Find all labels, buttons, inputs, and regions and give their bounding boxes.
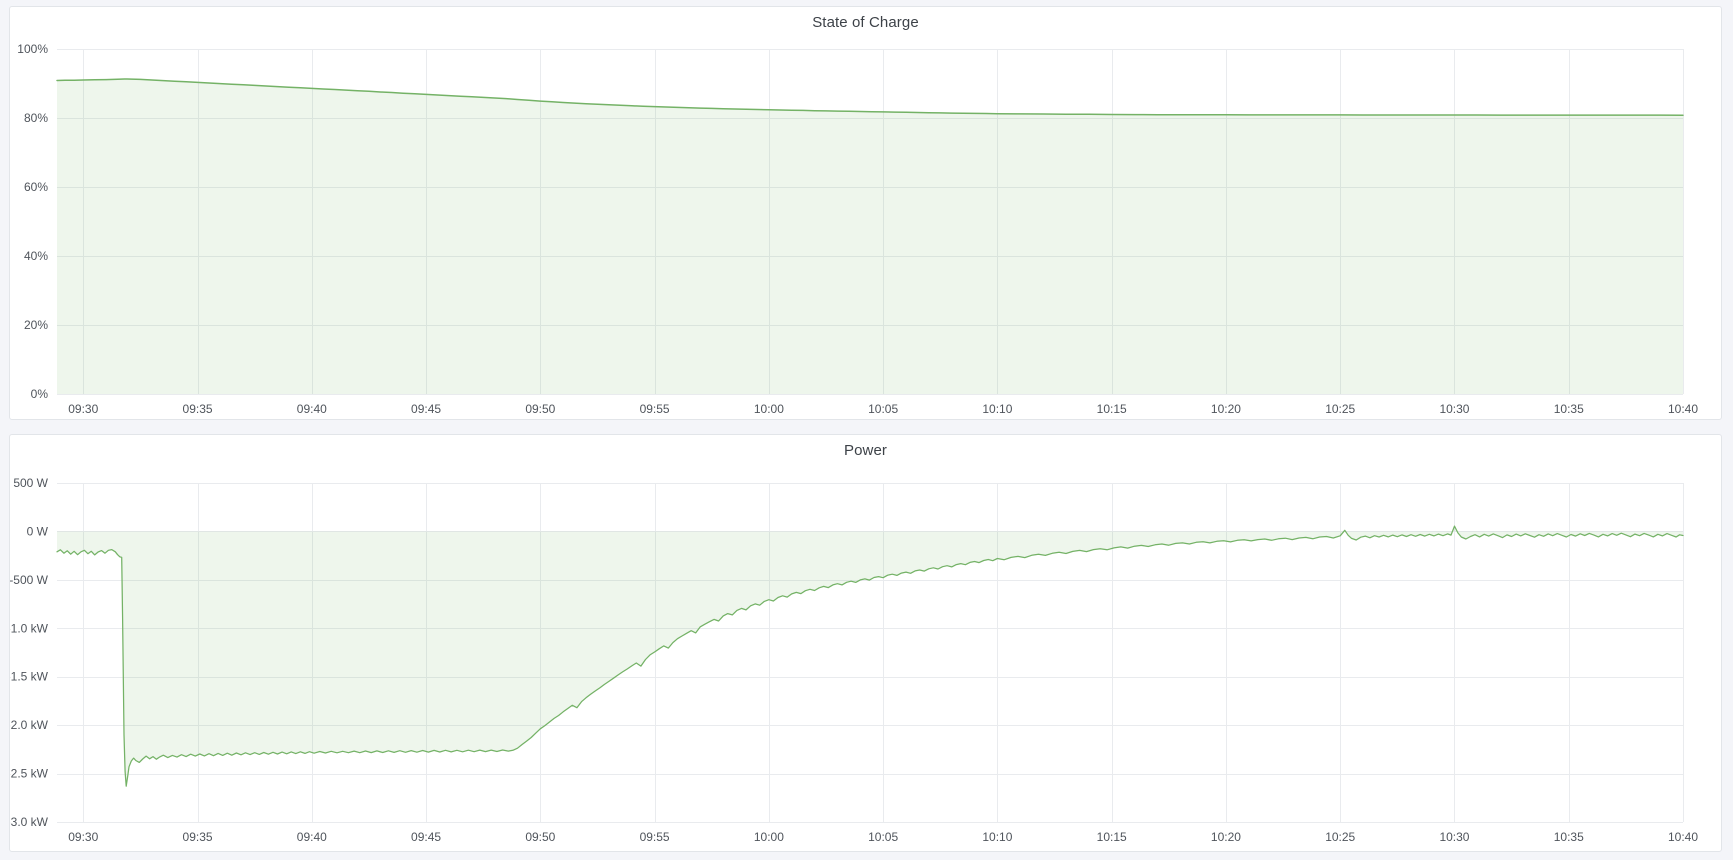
x-tick-label: 10:30 <box>1439 830 1469 844</box>
x-tick-label: 10:00 <box>754 402 784 416</box>
power-panel: Power 500 W 0 W -500 W -1.0 kW -1.5 kW -2.0 k… <box>9 434 1722 852</box>
x-tick-label: 09:40 <box>297 402 327 416</box>
x-tick-label: 09:45 <box>411 830 441 844</box>
x-tick-label: 09:40 <box>297 830 327 844</box>
state-of-charge-chart[interactable]: 100% 80% 60% 40% 20% 0% 09:30 09:35 09:40 09:45 09… <box>10 37 1721 419</box>
y-tick-label: -3.0 kW <box>10 815 49 829</box>
y-tick-label: 0% <box>31 387 49 401</box>
dashboard: { "page": { "background": "#f4f5f9", "pa… <box>0 0 1733 860</box>
x-tick-label: 10:20 <box>1211 402 1241 416</box>
panel-header: Power <box>10 435 1721 465</box>
x-tick-label: 10:10 <box>982 402 1012 416</box>
y-tick-label: 60% <box>24 180 48 194</box>
x-tick-label: 10:05 <box>868 830 898 844</box>
y-tick-label: 20% <box>24 318 48 332</box>
x-tick-label: 09:30 <box>68 402 98 416</box>
y-tick-label: -1.0 kW <box>10 621 49 635</box>
y-tick-label: -500 W <box>10 573 49 587</box>
x-tick-label: 10:35 <box>1554 830 1584 844</box>
x-tick-label: 10:30 <box>1439 402 1469 416</box>
x-tick-label: 09:55 <box>640 402 670 416</box>
power-chart[interactable]: 500 W 0 W -500 W -1.0 kW -1.5 kW -2.0 kW -2.5 … <box>10 465 1721 851</box>
x-tick-label: 10:25 <box>1325 402 1355 416</box>
x-tick-label: 10:25 <box>1325 830 1355 844</box>
y-tick-label: 500 W <box>13 476 48 490</box>
x-tick-label: 10:10 <box>982 830 1012 844</box>
x-tick-label: 10:15 <box>1097 830 1127 844</box>
x-tick-label: 09:45 <box>411 402 441 416</box>
state-of-charge-panel: State of Charge 100% 80% 60% 40% 20% 0% 09:30 0… <box>9 6 1722 420</box>
series-area <box>57 526 1683 786</box>
y-tick-label: -2.5 kW <box>10 767 49 781</box>
panel-title-state-of-charge[interactable]: State of Charge <box>812 14 919 31</box>
x-tick-label: 09:50 <box>525 830 555 844</box>
y-tick-label: -1.5 kW <box>10 670 49 684</box>
x-tick-label: 09:55 <box>640 830 670 844</box>
y-tick-label: 100% <box>17 42 48 56</box>
x-tick-label: 09:35 <box>183 402 213 416</box>
x-tick-label: 10:35 <box>1554 402 1584 416</box>
x-tick-label: 10:15 <box>1097 402 1127 416</box>
panel-title-power[interactable]: Power <box>844 442 887 459</box>
y-tick-label: 80% <box>24 111 48 125</box>
y-tick-label: 40% <box>24 249 48 263</box>
x-tick-label: 10:40 <box>1668 830 1698 844</box>
x-tick-label: 10:05 <box>868 402 898 416</box>
y-tick-label: 0 W <box>27 524 49 538</box>
x-tick-label: 09:30 <box>68 830 98 844</box>
series-area <box>57 79 1683 394</box>
x-tick-label: 10:20 <box>1211 830 1241 844</box>
y-tick-label: -2.0 kW <box>10 718 49 732</box>
panel-header: State of Charge <box>10 7 1721 37</box>
x-tick-label: 10:40 <box>1668 402 1698 416</box>
x-tick-label: 09:50 <box>525 402 555 416</box>
x-tick-label: 10:00 <box>754 830 784 844</box>
x-tick-label: 09:35 <box>183 830 213 844</box>
